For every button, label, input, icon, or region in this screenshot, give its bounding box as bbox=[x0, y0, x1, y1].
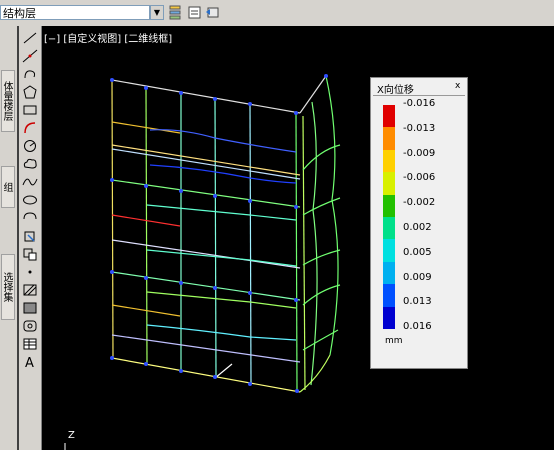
legend-value: 0.016 bbox=[403, 321, 432, 333]
close-icon[interactable]: x bbox=[455, 81, 460, 91]
legend-swatch bbox=[383, 127, 395, 150]
legend-swatch bbox=[383, 217, 395, 240]
legend-swatch bbox=[383, 149, 395, 173]
legend-swatch bbox=[383, 172, 395, 195]
legend-value: -0.009 bbox=[403, 147, 436, 159]
legend-swatch bbox=[383, 105, 395, 128]
legend-swatch bbox=[383, 239, 395, 262]
legend-value: -0.013 bbox=[403, 122, 436, 134]
legend-value: 0.009 bbox=[403, 271, 432, 283]
legend-unit: mm bbox=[385, 336, 403, 346]
legend-value: -0.002 bbox=[403, 197, 436, 209]
structure-drawing bbox=[64, 74, 341, 450]
legend-divider bbox=[373, 95, 465, 96]
legend-value: 0.002 bbox=[403, 222, 432, 233]
legend-swatch bbox=[383, 284, 395, 307]
legend-title: X向位移 bbox=[377, 85, 414, 96]
legend-value: 0.005 bbox=[403, 246, 432, 258]
legend-color-bar bbox=[383, 105, 395, 329]
legend-swatch bbox=[383, 194, 395, 217]
axis-z-label: Z bbox=[68, 430, 75, 441]
displacement-legend[interactable]: X向位移 x -0.016 -0.013 -0.009 -0.006 -0.002 0.0… bbox=[370, 77, 468, 369]
legend-swatch bbox=[383, 306, 395, 329]
legend-value: -0.006 bbox=[403, 172, 436, 184]
legend-value: -0.016 bbox=[403, 98, 436, 109]
legend-value: 0.013 bbox=[403, 296, 432, 308]
legend-swatch bbox=[383, 261, 395, 285]
